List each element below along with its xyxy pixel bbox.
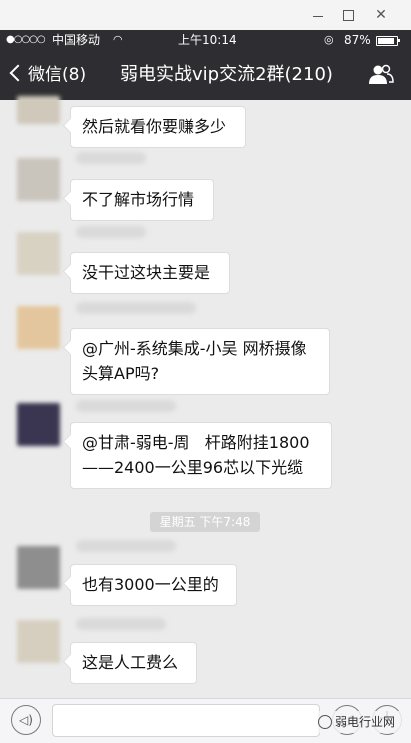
close-icon: ✕	[375, 7, 387, 23]
chevron-left-icon	[9, 64, 27, 82]
minimize-icon	[313, 16, 323, 17]
message-bubble[interactable]: 没干过这块主要是	[70, 252, 230, 294]
watermark: 弱电行业网	[318, 711, 408, 733]
message-bubble[interactable]: @广州-系统集成-小吴 网桥摄像 头算AP吗?	[70, 328, 330, 395]
battery-icon	[376, 36, 398, 46]
wifi-icon: ◠	[113, 33, 123, 46]
time-divider: 星期五 下午7:48	[150, 512, 260, 532]
chat-message-list[interactable]: 然后就看你要赚多少 不了解市场行情 没干过这块主要是 @广州-系统集成-小吴 网…	[0, 96, 411, 698]
chat-navbar: 微信(8) 弱电实战vip交流2群(210)	[0, 50, 411, 100]
message-bubble[interactable]: 然后就看你要赚多少	[70, 106, 246, 148]
carrier-name: 中国移动	[52, 33, 101, 47]
avatar[interactable]	[17, 158, 60, 201]
avatar[interactable]	[17, 306, 60, 349]
sender-nickname	[76, 400, 176, 412]
avatar[interactable]	[17, 620, 60, 663]
close-button[interactable]: ✕	[368, 3, 394, 27]
app-window: ✕ ●○○○○ 中国移动 ◠ 上午10:14 ◎ 87% 微信(8) 弱电实战v…	[0, 0, 411, 743]
watermark-logo-icon	[318, 715, 332, 729]
sender-nickname	[76, 540, 176, 552]
signal-strength-icon: ●○○○○	[6, 34, 46, 45]
phone-header: ●○○○○ 中国移动 ◠ 上午10:14 ◎ 87% 微信(8) 弱电实战vip…	[0, 30, 411, 100]
window-titlebar: ✕	[0, 0, 411, 30]
status-bar: ●○○○○ 中国移动 ◠ 上午10:14 ◎ 87%	[0, 30, 411, 50]
minimize-button[interactable]	[305, 3, 331, 27]
avatar[interactable]	[17, 96, 60, 124]
message-bubble[interactable]: 也有3000一公里的	[70, 564, 237, 606]
sender-nickname	[76, 226, 146, 238]
voice-icon: ◁)	[19, 713, 33, 727]
group-members-icon	[369, 64, 394, 84]
message-bubble[interactable]: 不了解市场行情	[70, 179, 214, 221]
battery-cap	[398, 39, 400, 42]
rotation-lock-icon: ◎	[324, 33, 334, 46]
message-text-field[interactable]	[52, 704, 320, 737]
chat-title: 弱电实战vip交流2群(210)	[120, 64, 333, 85]
status-time: 上午10:14	[178, 33, 237, 47]
avatar[interactable]	[17, 232, 60, 275]
watermark-text: 弱电行业网	[335, 715, 396, 729]
battery-percent: 87%	[344, 33, 371, 47]
back-button[interactable]: 微信(8)	[9, 62, 87, 88]
back-label: 微信(8)	[28, 65, 87, 85]
sender-nickname	[76, 302, 196, 314]
voice-input-button[interactable]: ◁)	[11, 705, 41, 735]
message-bubble[interactable]: @甘肃-弱电-周 杆路附挂1800 ——2400一公里96芯以下光缆	[70, 422, 332, 489]
avatar[interactable]	[17, 403, 60, 446]
message-bubble[interactable]: 这是人工费么	[70, 642, 197, 684]
group-members-button[interactable]	[368, 64, 394, 86]
battery-level-fill	[378, 38, 394, 44]
maximize-button[interactable]	[335, 3, 361, 27]
avatar[interactable]	[17, 546, 60, 589]
sender-nickname	[76, 152, 146, 164]
sender-nickname	[76, 618, 166, 630]
maximize-icon	[343, 10, 354, 21]
